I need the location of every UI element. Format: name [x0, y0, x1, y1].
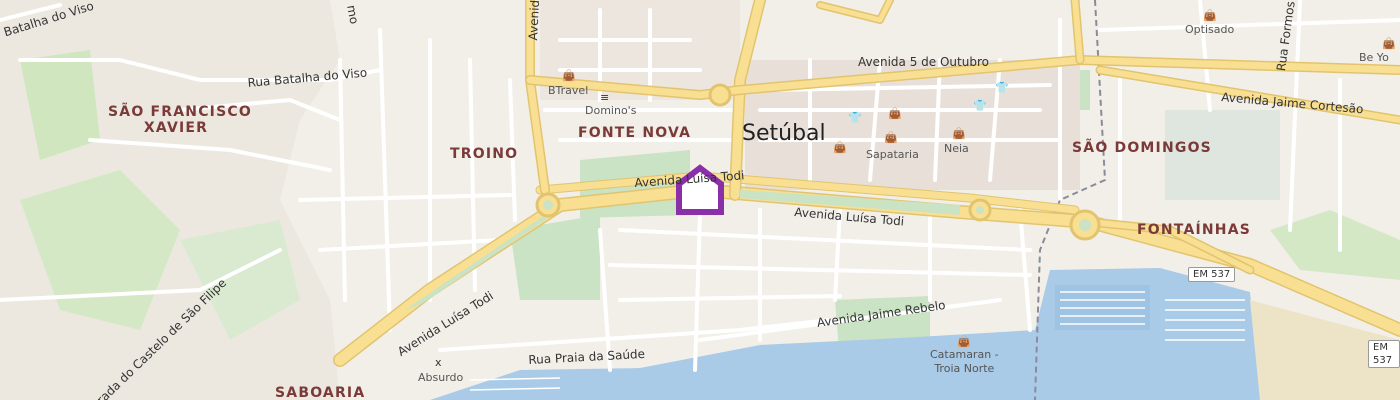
district-label-fontainhas: FONTAÍNHAS: [1137, 222, 1252, 238]
district-label-fonte-nova: FONTE NOVA: [578, 125, 692, 141]
district-label-sao-domingos: SÃO DOMINGOS: [1072, 140, 1212, 156]
shop-icon[interactable]: 👜: [952, 128, 966, 140]
poi-label-line: Troia Norte: [934, 362, 995, 375]
shop-icon[interactable]: 👜: [888, 108, 902, 120]
clothes-icon[interactable]: 👕: [995, 82, 1009, 94]
clothes-icon[interactable]: 👕: [973, 100, 987, 112]
route-shield: EM 537: [1188, 267, 1236, 282]
shop-icon[interactable]: 👜: [833, 142, 847, 154]
district-label-saboaria: SABOARIA: [275, 385, 366, 400]
district-label-line: XAVIER: [143, 120, 209, 136]
poi-label-sapataria[interactable]: Sapataria: [866, 148, 919, 161]
poi-label-dominos[interactable]: Domino's: [585, 104, 636, 117]
poi-label-be-yo[interactable]: Be Yo: [1359, 51, 1389, 64]
district-label-troino: TROINO: [450, 146, 519, 162]
shop-icon[interactable]: 👜: [562, 70, 576, 82]
city-label: Setúbal: [742, 121, 826, 146]
restaurant-icon[interactable]: ≡: [600, 92, 609, 104]
shop-icon[interactable]: 👜: [957, 336, 971, 348]
bar-icon[interactable]: x: [435, 357, 442, 369]
poi-label-catamaran[interactable]: Catamaran - Troia Norte: [930, 348, 999, 376]
shop-icon[interactable]: 👜: [884, 132, 898, 144]
shop-icon[interactable]: 👜: [1382, 38, 1396, 50]
clothes-icon[interactable]: 👕: [848, 112, 862, 124]
road-label: Avenida: [526, 0, 543, 41]
shop-icon[interactable]: 👜: [1203, 10, 1217, 22]
poi-label-neia[interactable]: Neia: [944, 142, 969, 155]
poi-label-absurdo[interactable]: Absurdo: [418, 371, 463, 384]
road-label: mo: [344, 4, 362, 26]
poi-label-btravel[interactable]: BTravel: [548, 84, 588, 97]
district-label-line: SÃO FRANCISCO: [108, 104, 252, 120]
route-shield: EM 537: [1368, 340, 1400, 368]
district-label-sao-francisco: SÃO FRANCISCO XAVIER: [108, 104, 252, 136]
map-canvas: [0, 0, 1400, 400]
road-label: Avenida 5 de Outubro: [858, 55, 989, 69]
poi-label-optisado[interactable]: Optisado: [1185, 23, 1234, 36]
map-view[interactable]: SÃO FRANCISCO XAVIER TROINO FONTE NOVA S…: [0, 0, 1400, 400]
poi-label-line: Catamaran -: [930, 348, 999, 361]
